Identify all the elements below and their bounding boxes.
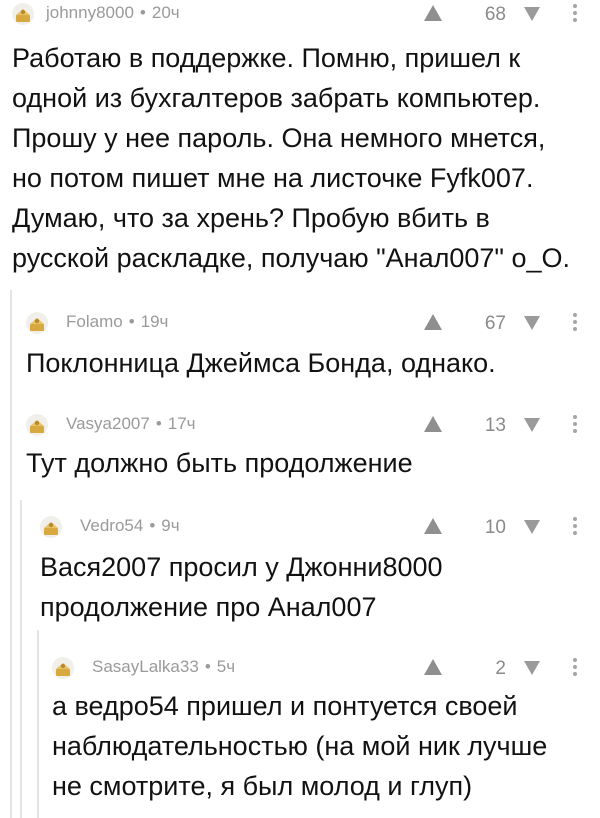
thread-line: [10, 290, 12, 818]
default-avatar-icon[interactable]: [26, 414, 48, 436]
downvote-arrow-icon[interactable]: [524, 661, 540, 675]
meta-separator: •: [128, 312, 135, 331]
comment-meta: SasayLalka33 • 5ч: [92, 657, 235, 677]
comment-text: Тут должно быть продолжение: [26, 448, 413, 478]
downvote-arrow-icon[interactable]: [524, 418, 540, 432]
upvote-arrow-icon[interactable]: [424, 416, 442, 432]
upvote-arrow-icon[interactable]: [424, 314, 442, 330]
comment-time: 20ч: [151, 3, 180, 22]
comment-header: Vasya2007 • 17ч 13: [26, 411, 600, 439]
vote-controls: 68: [424, 0, 584, 28]
default-avatar-icon[interactable]: [26, 312, 48, 334]
vote-controls: 2: [424, 654, 584, 682]
comments-page: { "comments": [ {"author":"johnny8000","…: [0, 0, 600, 818]
vote-controls: 67: [424, 309, 584, 337]
vote-count: 10: [484, 517, 506, 538]
comment-meta: johnny8000 • 20ч: [46, 3, 180, 23]
comment-time: 9ч: [161, 516, 180, 535]
comment-text: а ведро54 пришел и понтуется своей наблю…: [52, 691, 548, 801]
vote-count: 2: [495, 658, 506, 679]
thread-line: [20, 500, 22, 818]
meta-separator: •: [155, 414, 162, 433]
comment-text: Работаю в поддержке. Помню, пришел к одн…: [12, 43, 571, 273]
more-vertical-icon[interactable]: [572, 658, 578, 678]
default-avatar-icon[interactable]: [12, 3, 34, 25]
author-name[interactable]: johnny8000: [46, 3, 134, 22]
meta-separator: •: [149, 516, 156, 535]
more-vertical-icon[interactable]: [572, 415, 578, 435]
comment: Vedro54 • 9ч 10 Вася2007 просил у Джонни80…: [40, 513, 600, 627]
comment: johnny8000 • 20ч 68 Работаю в поддержке. П…: [12, 0, 600, 278]
vote-controls: 13: [424, 411, 584, 439]
comment: Folamo • 19ч 67 Поклонница Джеймса Бонда, …: [26, 309, 600, 383]
upvote-arrow-icon[interactable]: [424, 659, 442, 675]
comment: Vasya2007 • 17ч 13 Тут должно быть продолж…: [26, 411, 600, 483]
comment: SasayLalka33 • 5ч 2 а ведро54 пришел и пон…: [52, 654, 600, 806]
comment-header: Folamo • 19ч 67: [26, 309, 600, 337]
comment-header: Vedro54 • 9ч 10: [40, 513, 600, 541]
vote-controls: 10: [424, 513, 584, 541]
comment-header: johnny8000 • 20ч 68: [12, 0, 600, 28]
downvote-arrow-icon[interactable]: [524, 316, 540, 330]
comment-time: 17ч: [167, 414, 196, 433]
comment-time: 19ч: [140, 312, 169, 331]
comment-meta: Vedro54 • 9ч: [80, 516, 180, 536]
thread-line: [37, 630, 39, 818]
default-avatar-icon[interactable]: [40, 516, 62, 538]
vote-count: 13: [484, 415, 506, 436]
upvote-arrow-icon[interactable]: [424, 5, 442, 21]
comment-time: 5ч: [216, 657, 236, 676]
downvote-arrow-icon[interactable]: [524, 520, 540, 534]
more-vertical-icon[interactable]: [572, 4, 578, 24]
author-name[interactable]: Vasya2007: [66, 414, 150, 433]
upvote-arrow-icon[interactable]: [424, 518, 442, 534]
meta-separator: •: [204, 657, 211, 676]
vote-count: 68: [484, 4, 506, 25]
default-avatar-icon[interactable]: [52, 657, 74, 679]
downvote-arrow-icon[interactable]: [524, 7, 540, 21]
comment-meta: Folamo • 19ч: [66, 312, 168, 332]
vote-count: 67: [484, 313, 506, 334]
author-name[interactable]: SasayLalka33: [92, 657, 199, 676]
more-vertical-icon[interactable]: [572, 517, 578, 537]
meta-separator: •: [139, 3, 146, 22]
comment-text: Поклонница Джеймса Бонда, однако.: [26, 348, 496, 378]
comment-text: Вася2007 просил у Джонни8000 продолжение…: [40, 552, 443, 622]
more-vertical-icon[interactable]: [572, 313, 578, 333]
author-name[interactable]: Vedro54: [80, 516, 143, 535]
comment-meta: Vasya2007 • 17ч: [66, 414, 196, 434]
author-name[interactable]: Folamo: [66, 312, 123, 331]
comment-header: SasayLalka33 • 5ч 2: [52, 654, 600, 682]
